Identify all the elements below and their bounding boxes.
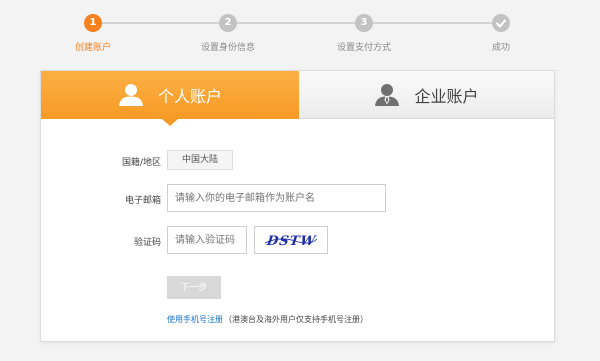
checkmark-icon xyxy=(496,19,506,28)
captcha-label: 验证码 xyxy=(133,238,161,248)
captcha-graphic: DSTW xyxy=(264,234,318,249)
next-step-button[interactable]: 下一步 xyxy=(167,276,221,299)
step-connector xyxy=(237,22,355,24)
user-icon xyxy=(118,84,143,106)
step-connector xyxy=(102,22,219,24)
tab-business-account[interactable]: 企业账户 xyxy=(299,71,554,119)
step-4-checkmark-icon xyxy=(492,14,510,32)
captcha-image[interactable]: DSTW xyxy=(254,226,328,254)
phone-register-note: （港澳台及海外用户仅支持手机号注册） xyxy=(224,315,368,324)
step-2-label: 设置身份信息 xyxy=(200,43,255,53)
active-tab-pointer xyxy=(162,119,178,126)
step-3-circle: 3 xyxy=(355,14,373,32)
tab-personal-label: 个人账户 xyxy=(157,87,222,106)
step-2-circle: 2 xyxy=(219,14,237,32)
tab-personal-account[interactable]: 个人账户 xyxy=(41,71,299,119)
registration-card: 个人账户 企业账户 国籍/地区 中国大陆 电子邮箱 验证码 DSTW 下一步 使… xyxy=(40,70,555,342)
region-label: 国籍/地区 xyxy=(121,158,161,168)
email-input[interactable] xyxy=(167,184,386,212)
region-select[interactable]: 中国大陆 xyxy=(167,150,233,170)
step-1-label: 创建账户 xyxy=(74,43,111,53)
captcha-text: DSTW xyxy=(265,234,317,249)
account-type-tabs: 个人账户 企业账户 xyxy=(41,71,554,126)
tab-business-label: 企业账户 xyxy=(414,86,479,106)
step-3-label: 设置支付方式 xyxy=(336,43,391,53)
captcha-input[interactable] xyxy=(167,226,247,254)
progress-stepper: 1 2 3 创建账户 设置身份信息 设置支付方式 成功 xyxy=(0,0,600,60)
business-user-icon xyxy=(375,83,400,106)
step-4-label: 成功 xyxy=(491,43,510,53)
phone-register-link[interactable]: 使用手机号注册 xyxy=(167,314,223,325)
email-label: 电子邮箱 xyxy=(124,196,161,206)
step-1-circle: 1 xyxy=(84,14,102,32)
step-connector xyxy=(373,22,492,24)
